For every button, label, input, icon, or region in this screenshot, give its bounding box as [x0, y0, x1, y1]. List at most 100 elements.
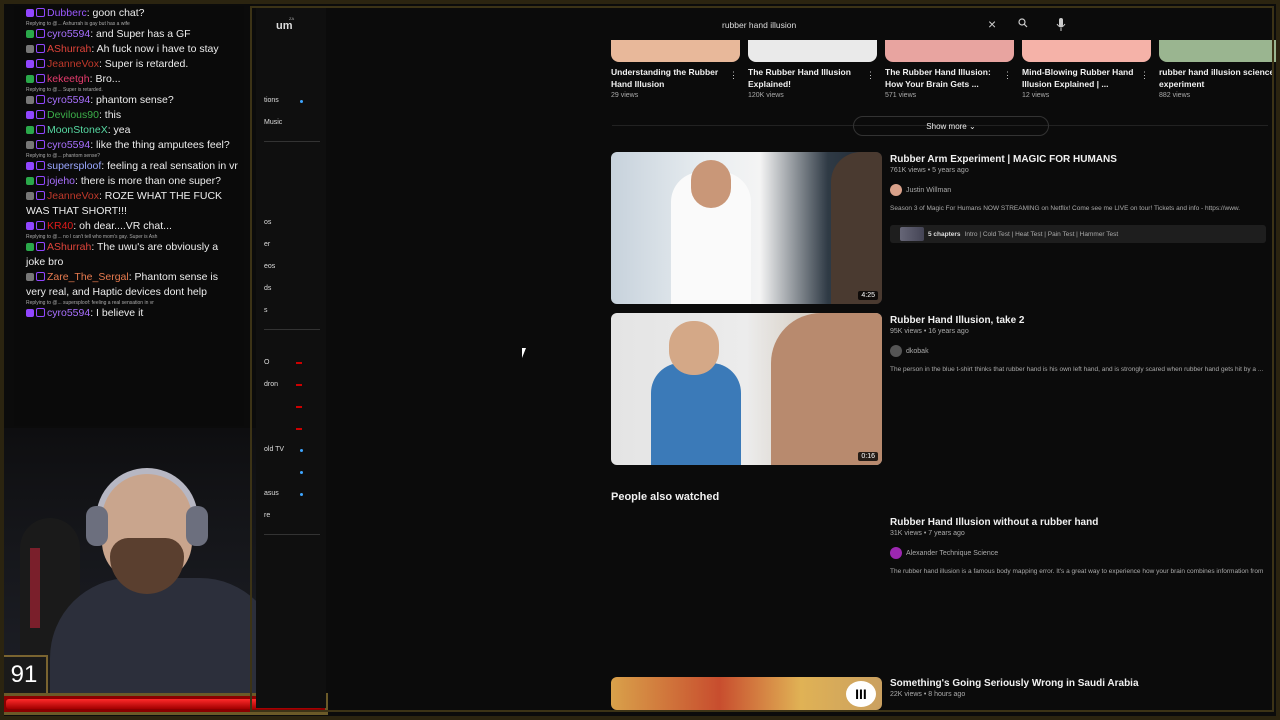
video-title[interactable]: Rubber Hand Illusion, take 2 [890, 315, 1024, 326]
sidebar-item[interactable]: O [264, 359, 269, 366]
chat-message: AShurrah: The uwu's are obviously a joke… [14, 240, 244, 270]
chat-message: JeanneVox: ROZE WHAT THE FUCK WAS THAT S… [14, 189, 244, 219]
thumb-back-head [831, 152, 882, 304]
video-thumbnail[interactable]: 4:25 [611, 152, 882, 304]
chat-username[interactable]: Devilous90 [47, 109, 99, 121]
video-title[interactable]: Rubber Hand Illusion without a rubber ha… [890, 517, 1098, 528]
more-options-icon[interactable]: ⋮ [1003, 70, 1012, 81]
chat-message: cyro5594: and Super has a GF [14, 27, 244, 42]
chat-username[interactable]: JeanneVox [47, 58, 99, 70]
show-more-button[interactable]: Show more ⌄ [853, 116, 1049, 136]
chat-message: cyro5594: I believe it [14, 306, 244, 321]
close-icon[interactable]: × [988, 16, 996, 32]
sidebar-item[interactable]: tions [264, 97, 279, 104]
search-icon[interactable] [1018, 18, 1028, 28]
shelf-thumbnail[interactable] [611, 40, 740, 62]
chat-badge-icon [26, 30, 34, 38]
channel-row[interactable]: dkobak [890, 345, 929, 357]
live-indicator [296, 362, 302, 364]
chat-username[interactable]: cyro5594 [47, 94, 90, 106]
microphone-icon[interactable] [1056, 18, 1066, 32]
chat-username[interactable]: jojeho [47, 175, 75, 187]
video-description: Season 3 of Magic For Humans NOW STREAMI… [890, 205, 1241, 212]
video-title[interactable]: Rubber Arm Experiment | MAGIC FOR HUMANS [890, 154, 1117, 165]
sidebar-item[interactable]: ds [264, 285, 271, 292]
chat-username[interactable]: cyro5594 [47, 139, 90, 151]
chat-badge-icon [36, 176, 45, 185]
video-thumbnail[interactable]: 0:16 [611, 313, 882, 465]
chat-username[interactable]: KR40 [47, 220, 73, 232]
video-thumbnail[interactable]: III [611, 677, 882, 710]
chat-badge-icon [26, 60, 34, 68]
divider [264, 329, 320, 330]
chat-message: kekeetgh: Bro... [14, 72, 244, 87]
chat-message: KR40: oh dear....VR chat... [14, 219, 244, 234]
chat-username[interactable]: MoonStoneX [47, 124, 108, 136]
shelf-video-title[interactable]: The Rubber Hand Illusion Explained! [748, 66, 866, 90]
search-input[interactable]: rubber hand illusion [722, 20, 796, 30]
chat-message: supersploof: feeling a real sensation in… [14, 159, 244, 174]
search-bar[interactable]: rubber hand illusion × [716, 14, 1066, 36]
chat-username[interactable]: cyro5594 [47, 28, 90, 40]
channel-name[interactable]: dkobak [906, 348, 929, 355]
chat-username[interactable]: Zare_The_Sergal [47, 271, 129, 283]
chat-username[interactable]: JeanneVox [47, 190, 99, 202]
chat-badge-icon [36, 308, 45, 317]
divider [264, 534, 320, 535]
chat-username[interactable]: Dubberc [47, 7, 87, 19]
streamer-body [50, 578, 260, 698]
channel-row[interactable]: Alexander Technique Science [890, 547, 998, 559]
channel-avatar [890, 547, 902, 559]
chat-badge-icon [36, 29, 45, 38]
sidebar-item[interactable]: os [264, 219, 271, 226]
chat-username[interactable]: supersploof [47, 160, 101, 172]
thumb-face [691, 160, 731, 208]
chat-badge-icon [36, 140, 45, 149]
channel-row[interactable]: Justin Willman [890, 184, 951, 196]
chat-username[interactable]: kekeetgh [47, 73, 90, 85]
shelf-thumbnail[interactable] [748, 40, 877, 62]
chat-username[interactable]: AShurrah [47, 241, 91, 253]
more-options-icon[interactable]: ⋮ [729, 70, 738, 81]
shelf-video-title[interactable]: The Rubber Hand Illusion: How Your Brain… [885, 66, 1003, 90]
chat-text: : oh dear....VR chat... [73, 220, 172, 232]
shelf-thumbnail[interactable] [1022, 40, 1151, 62]
shelf-video-title[interactable]: Mind-Blowing Rubber Hand Illusion Explai… [1022, 66, 1140, 90]
chat-username[interactable]: AShurrah [47, 43, 91, 55]
chat-badge-icon [36, 221, 45, 230]
shelf-video-title[interactable]: rubber hand illusion science experiment [1159, 66, 1277, 90]
youtube-sidebar: um ZA tions Music os er eos ds s O dron … [256, 8, 326, 708]
chat-message: Zare_The_Sergal: Phantom sense is very r… [14, 270, 244, 300]
channel-avatar [890, 184, 902, 196]
sidebar-item[interactable]: re [264, 512, 270, 519]
mouse-cursor-icon [522, 348, 530, 358]
chapters-bar[interactable]: 5 chapters Intro | Cold Test | Heat Test… [890, 225, 1266, 243]
sidebar-item[interactable]: s [264, 307, 268, 314]
chat-text: : there is more than one super? [75, 175, 221, 187]
chat-badge-icon [26, 177, 34, 185]
video-title[interactable]: Something's Going Seriously Wrong in Sau… [890, 678, 1139, 689]
shelf-video-views: 120K views [748, 92, 784, 99]
sidebar-item[interactable]: dron [264, 381, 278, 388]
sidebar-item[interactable]: Music [264, 119, 282, 126]
chat-username[interactable]: cyro5594 [47, 307, 90, 319]
youtube-logo[interactable]: um [276, 20, 293, 32]
sidebar-item[interactable]: eos [264, 263, 275, 270]
show-more-label: Show more [926, 121, 967, 131]
shelf-video-title[interactable]: Understanding the Rubber Hand Illusion [611, 66, 729, 90]
channel-name[interactable]: Alexander Technique Science [906, 550, 998, 557]
live-indicator [296, 406, 302, 408]
channel-name[interactable]: Justin Willman [906, 187, 951, 194]
thumb-face [669, 321, 719, 375]
chat-badge-icon [36, 272, 45, 281]
sidebar-item[interactable]: old TV [264, 446, 284, 453]
sidebar-item[interactable]: asus [264, 490, 279, 497]
shelf-thumbnail[interactable] [885, 40, 1014, 62]
shelf-thumbnail[interactable] [1159, 40, 1280, 62]
chat-message: cyro5594: phantom sense? [14, 93, 244, 108]
more-options-icon[interactable]: ⋮ [1140, 70, 1149, 81]
chat-badge-icon [26, 243, 34, 251]
chat-text: : I believe it [90, 307, 144, 319]
more-options-icon[interactable]: ⋮ [866, 70, 875, 81]
sidebar-item[interactable]: er [264, 241, 270, 248]
